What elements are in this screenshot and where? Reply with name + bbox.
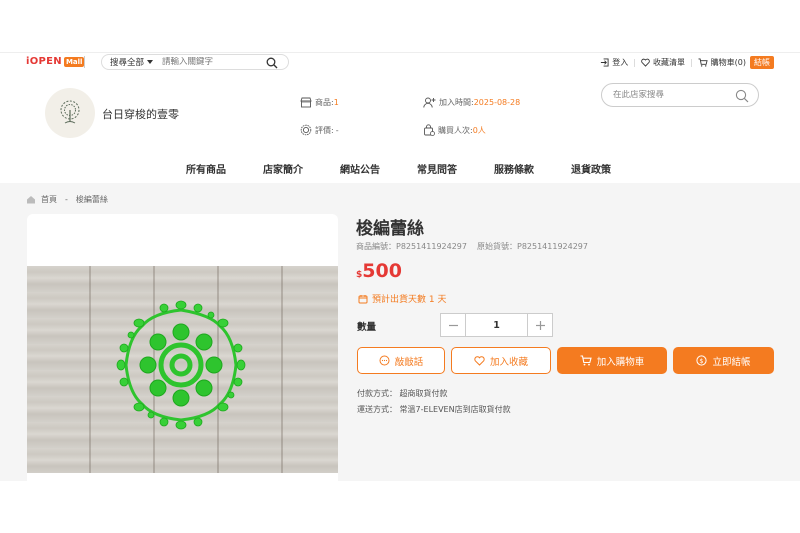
tree-logo-icon [60,100,80,124]
shipping-estimate: 預計出貨天數 1 天 [358,292,446,305]
wishlist-label: 收藏清單 [652,57,685,67]
buyers-label: 購買人次: [438,125,473,135]
products-label: 商品: [315,98,334,107]
cart-icon [580,355,592,366]
login-link[interactable]: 登入 [600,57,628,68]
joined-value: 2025-08-28 [473,98,521,107]
user-add-icon [423,97,436,108]
product-code: 商品編號：P8251411924297 [356,242,467,251]
logo-badge: Mall [63,56,85,67]
cart-icon [698,57,708,67]
cart-count: (0) [734,57,746,67]
store-search-input[interactable] [613,90,723,100]
quantity-stepper: 1 [440,313,553,337]
buy-now-button[interactable]: $ 立即結帳 [673,347,774,374]
nav-all-products[interactable]: 所有商品 [186,161,263,176]
buyers-value: 0人 [472,125,486,135]
rating-value: - [335,125,339,135]
login-label: 登入 [612,57,629,67]
minus-icon [448,324,458,326]
chat-label: 敲敲話 [394,356,424,368]
delivery-method: 運送方式： 常溫7-ELEVEN店到店取貨付款 [357,405,511,414]
plus-icon [535,320,545,330]
chat-icon [379,355,390,366]
divider: | [689,57,693,67]
heart-icon [641,58,650,67]
products-value: 1 [333,98,339,107]
store-nav: 所有商品 店家簡介 網站公告 常見問答 服務條款 退貨政策 [186,161,611,176]
breadcrumb-home[interactable]: 首頁 [41,194,57,205]
cart-label: 購物車 [710,57,735,67]
lace-doily-image [116,300,246,430]
store-name[interactable]: 台日穿梭的壹零 [102,106,179,122]
calendar-icon [358,294,368,303]
product-image-card[interactable] [27,214,338,481]
top-bar: iOPEN Mall 搜尋全部 登入 | 收藏清單 | [0,52,800,70]
product-image [27,266,338,473]
divider: | [633,57,636,67]
product-section: 首頁 - 梭編蕾絲 梭編蕾絲 商品編號：P8251411924297 原始貨號：… [0,183,800,481]
heart-icon [474,355,485,366]
add-to-cart-button[interactable]: 加入購物車 [557,347,667,374]
store-search [601,83,759,107]
stat-rating: 評價: - [300,124,339,136]
login-icon [601,57,609,67]
store-icon [300,97,312,108]
search-scope-dropdown[interactable]: 搜尋全部 [102,56,154,68]
increment-button[interactable] [528,314,552,336]
home-icon[interactable] [26,195,36,204]
global-search: 搜尋全部 [101,54,289,70]
nav-terms[interactable]: 服務條款 [494,161,571,176]
nav-faq[interactable]: 常見問答 [417,161,494,176]
wishlist-link[interactable]: 收藏清單 [641,57,685,68]
nav-announcements[interactable]: 網站公告 [340,161,417,176]
price-amount: 500 [362,260,402,282]
store-avatar[interactable] [45,88,95,138]
original-code: 原始貨號：P8251411924297 [477,242,588,251]
rating-badge-icon [300,124,312,136]
svg-text:$: $ [700,357,704,365]
payment-method: 付款方式： 超商取貨付款 [357,389,448,398]
caret-down-icon [147,60,154,64]
nav-store-intro[interactable]: 店家簡介 [263,161,340,176]
stat-buyers: 購買人次: 0人 [423,124,486,136]
dollar-icon: $ [696,355,708,366]
decrement-button[interactable] [441,314,465,336]
breadcrumb-current: 梭編蕾絲 [75,195,108,204]
cart-button-label: 加入購物車 [596,356,645,368]
nav-return-policy[interactable]: 退貨政策 [571,161,611,176]
favorite-label: 加入收藏 [489,356,528,368]
search-input[interactable] [162,57,263,67]
quantity-label: 數量 [357,322,377,333]
chat-button[interactable]: 敲敲話 [357,347,445,374]
search-icon[interactable] [735,89,749,103]
breadcrumb: 首頁 - 梭編蕾絲 [26,194,108,205]
checkout-button[interactable]: 結帳 [750,55,774,69]
add-favorite-button[interactable]: 加入收藏 [451,347,551,374]
product-price: $ 500 [356,260,402,282]
cart-link[interactable]: 購物車 (0) [698,57,746,68]
search-scope-label: 搜尋全部 [110,58,145,68]
rating-label: 評價: [315,125,334,135]
product-title: 梭編蕾絲 [356,219,424,239]
product-codes: 商品編號：P8251411924297 原始貨號：P8251411924297 [356,241,588,252]
quantity-value[interactable]: 1 [465,314,528,336]
buy-now-label: 立即結帳 [712,356,751,368]
breadcrumb-separator: - [65,195,68,204]
logo-text: iOPEN [26,56,62,67]
stat-products: 商品: 1 [300,97,339,108]
shipping-text: 預計出貨天數 1 天 [372,295,447,305]
divider [84,56,85,68]
stat-joined: 加入時間: 2025-08-28 [423,97,520,108]
site-logo[interactable]: iOPEN Mall [26,56,85,67]
joined-label: 加入時間: [439,98,474,107]
search-icon[interactable] [266,57,278,69]
user-menu: 登入 | 收藏清單 | 購物車 (0) 結帳 [600,54,774,70]
shopping-bag-icon [424,124,435,136]
